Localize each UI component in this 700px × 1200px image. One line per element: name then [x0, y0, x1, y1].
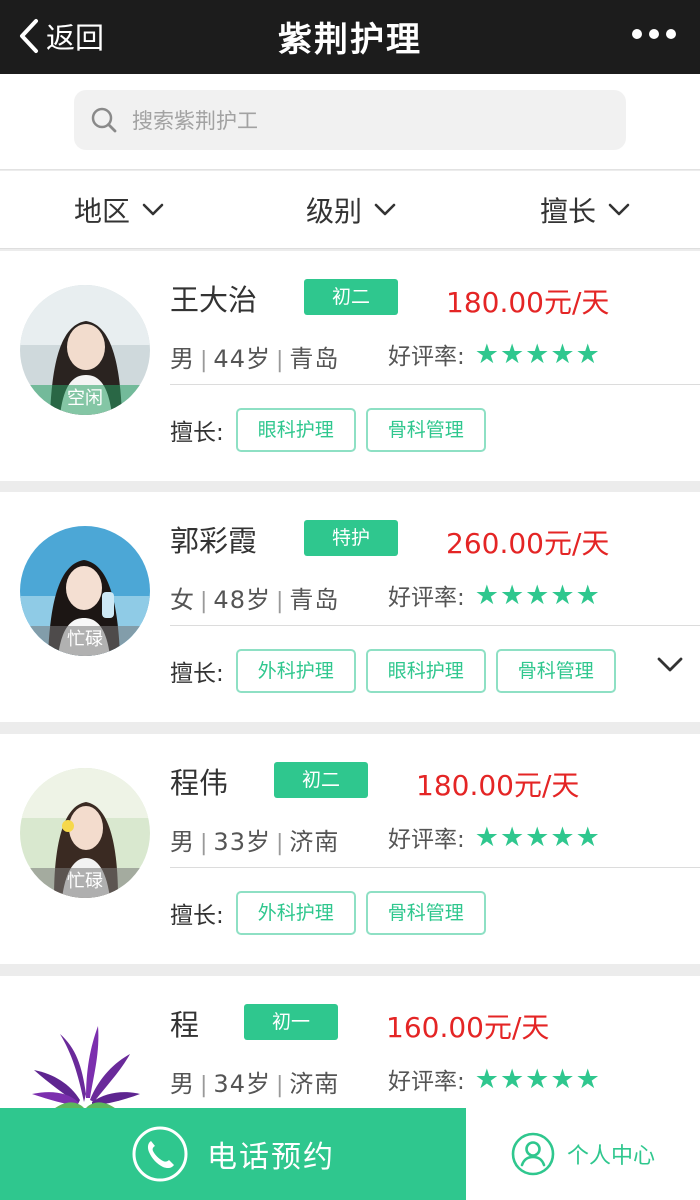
age: 33岁	[213, 828, 271, 856]
more-button[interactable]	[632, 22, 676, 46]
skill-tag[interactable]: 眼科护理	[365, 649, 486, 693]
search-area: 搜索紫荆护工	[0, 74, 700, 170]
price: 180.00元/天	[446, 286, 610, 319]
rating: 好评率: ★★★★★	[388, 337, 601, 371]
skills-label: 擅长:	[170, 661, 224, 687]
skills-row: 擅长: 外科护理 骨科管理	[170, 890, 496, 936]
caregiver-card[interactable]: 忙碌 郭彩霞 特护 260.00元/天 女 | 48岁 | 青岛 好评率: ★★★★★ …	[0, 492, 700, 722]
skill-tag[interactable]: 骨科管理	[365, 408, 486, 452]
filter-bar: 地区 级别 擅长	[0, 171, 700, 249]
skills-row: 擅长: 外科护理 眼科护理 骨科管理	[170, 648, 626, 694]
star-icons: ★★★★★	[474, 338, 601, 370]
level-badge: 初二	[274, 762, 368, 798]
rating-label: 好评率:	[388, 1069, 465, 1095]
rating-label: 好评率:	[388, 344, 465, 370]
skills-row: 擅长: 眼科护理 骨科管理	[170, 407, 496, 453]
age: 48岁	[213, 586, 271, 614]
level-badge: 初二	[304, 279, 398, 315]
gender: 男	[170, 345, 195, 373]
rating-label: 好评率:	[388, 585, 465, 611]
caregiver-card[interactable]: 空闲 王大治 初二 180.00元/天 男 | 44岁 | 青岛 好评率: ★★★★★ …	[0, 251, 700, 481]
level-badge: 特护	[304, 520, 398, 556]
chevron-down-icon[interactable]	[656, 656, 684, 674]
gender: 男	[170, 1070, 195, 1098]
rating: 好评率: ★★★★★	[388, 578, 601, 612]
filter-specialty[interactable]: 擅长	[540, 171, 630, 249]
chevron-down-icon	[142, 203, 164, 216]
divider	[170, 384, 700, 385]
status-badge: 空闲	[20, 385, 150, 415]
caregiver-name: 郭彩霞	[170, 524, 258, 558]
bottom-bar: 电话预约 个人中心	[0, 1108, 700, 1200]
skill-tag[interactable]: 骨科管理	[365, 891, 486, 935]
chevron-down-icon	[374, 203, 396, 216]
skill-tag[interactable]: 外科护理	[235, 649, 356, 693]
caregiver-info: 男 | 34岁 | 济南	[170, 1070, 340, 1098]
more-dots-icon	[632, 29, 642, 39]
divider	[170, 625, 700, 626]
caregiver-name: 王大治	[170, 283, 258, 317]
city: 济南	[289, 1070, 340, 1098]
avatar[interactable]: 忙碌	[20, 526, 150, 656]
caregiver-info: 男 | 33岁 | 济南	[170, 828, 340, 856]
skill-tag[interactable]: 眼科护理	[235, 408, 356, 452]
skills-label: 擅长:	[170, 420, 224, 446]
caregiver-name: 程伟	[170, 766, 229, 800]
filter-label: 地区	[74, 195, 131, 228]
caregiver-info: 女 | 48岁 | 青岛	[170, 586, 340, 614]
city: 青岛	[289, 586, 340, 614]
call-label: 电话预约	[207, 1140, 335, 1175]
caregiver-card[interactable]: 忙碌 程伟 初二 180.00元/天 男 | 33岁 | 济南 好评率: ★★★★★ 擅…	[0, 734, 700, 964]
city: 济南	[289, 828, 340, 856]
search-icon	[91, 107, 117, 133]
phone-icon	[132, 1126, 188, 1182]
status-badge: 忙碌	[20, 868, 150, 898]
logo-icon	[30, 1026, 140, 1121]
city: 青岛	[289, 345, 340, 373]
price: 260.00元/天	[446, 527, 610, 560]
gender: 女	[170, 586, 195, 614]
user-icon	[511, 1132, 555, 1176]
filter-level[interactable]: 级别	[306, 171, 396, 249]
price: 160.00元/天	[386, 1011, 550, 1044]
skill-tag[interactable]: 骨科管理	[495, 649, 616, 693]
chevron-down-icon	[608, 203, 630, 216]
age: 44岁	[213, 345, 271, 373]
search-placeholder: 搜索紫荆护工	[132, 109, 258, 133]
age: 34岁	[213, 1070, 271, 1098]
user-center-label: 个人中心	[566, 1144, 655, 1169]
rating: 好评率: ★★★★★	[388, 1062, 601, 1096]
avatar[interactable]: 空闲	[20, 285, 150, 415]
top-nav-bar: 返回 紫荆护理	[0, 0, 700, 74]
rating-label: 好评率:	[388, 827, 465, 853]
star-icons: ★★★★★	[474, 1063, 601, 1095]
star-icons: ★★★★★	[474, 821, 601, 853]
caregiver-name: 程	[170, 1008, 200, 1042]
filter-label: 擅长	[540, 195, 597, 228]
caregiver-card[interactable]: 程 初一 160.00元/天 男 | 34岁 | 济南 好评率: ★★★★★	[0, 976, 700, 1121]
star-icons: ★★★★★	[474, 579, 601, 611]
price: 180.00元/天	[416, 769, 580, 802]
filter-label: 级别	[306, 195, 363, 228]
avatar[interactable]	[20, 994, 150, 1124]
rating: 好评率: ★★★★★	[388, 820, 601, 854]
filter-region[interactable]: 地区	[74, 171, 164, 249]
status-badge: 忙碌	[20, 626, 150, 656]
skill-tag[interactable]: 外科护理	[235, 891, 356, 935]
user-center-button[interactable]: 个人中心	[466, 1108, 700, 1200]
level-badge: 初一	[244, 1004, 338, 1040]
page-title: 紫荆护理	[278, 20, 422, 60]
gender: 男	[170, 828, 195, 856]
skills-label: 擅长:	[170, 903, 224, 929]
avatar[interactable]: 忙碌	[20, 768, 150, 898]
divider	[170, 867, 700, 868]
search-input[interactable]: 搜索紫荆护工	[74, 90, 626, 150]
phone-booking-button[interactable]: 电话预约	[0, 1108, 466, 1200]
caregiver-info: 男 | 44岁 | 青岛	[170, 345, 340, 373]
